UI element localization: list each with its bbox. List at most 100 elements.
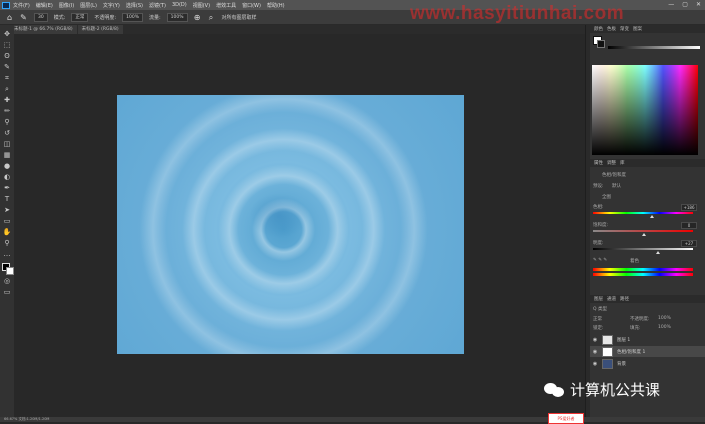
eraser-icon[interactable]: ◫ bbox=[3, 140, 12, 149]
flow-field[interactable]: 100% bbox=[166, 12, 188, 22]
menu-layer[interactable]: 图层(L) bbox=[80, 2, 97, 9]
zoom-icon[interactable]: ⊕ bbox=[193, 13, 202, 22]
brush-icon[interactable]: ✏ bbox=[3, 107, 12, 116]
layer-row[interactable]: ◉ 图层 1 bbox=[590, 334, 705, 345]
visibility-eye-icon[interactable]: ◉ bbox=[592, 337, 598, 343]
minimize-icon[interactable]: — bbox=[668, 1, 674, 8]
eyedropper-icon[interactable]: ✎ ✎ ✎ bbox=[593, 258, 607, 263]
move-icon[interactable]: ✥ bbox=[3, 30, 12, 39]
color-swatches[interactable] bbox=[2, 263, 14, 275]
color-panel-header bbox=[590, 34, 705, 52]
saturation-slider[interactable] bbox=[593, 230, 693, 236]
type-icon[interactable]: T bbox=[3, 195, 12, 204]
menu-help[interactable]: 帮助(H) bbox=[267, 2, 285, 9]
lightness-slider[interactable] bbox=[593, 248, 693, 254]
eyedropper-icon[interactable]: ⌕ bbox=[3, 85, 12, 94]
layer-row[interactable]: ◉ 背景 bbox=[590, 358, 705, 369]
quick-select-icon[interactable]: ✎ bbox=[3, 63, 12, 72]
menu-select[interactable]: 选择(S) bbox=[126, 2, 143, 9]
layer-opacity-field[interactable]: 100% bbox=[658, 316, 671, 321]
layer-name[interactable]: 色相/饱和度 1 bbox=[617, 349, 645, 355]
blend-mode-select[interactable]: 正常 bbox=[593, 316, 602, 322]
menu-3d[interactable]: 3D(D) bbox=[172, 2, 187, 8]
menu-filter[interactable]: 滤镜(T) bbox=[149, 2, 166, 9]
marquee-icon[interactable]: ⬚ bbox=[3, 41, 12, 50]
tab-channels[interactable]: 通道 bbox=[607, 296, 616, 302]
tab-adjustments[interactable]: 调整 bbox=[607, 160, 616, 166]
hue-value-field[interactable]: +186 bbox=[681, 204, 697, 211]
tab-gradients[interactable]: 渐变 bbox=[620, 26, 629, 32]
mode-select[interactable]: 正常 bbox=[71, 12, 89, 22]
fill-field[interactable]: 100% bbox=[658, 325, 671, 330]
tab-patterns[interactable]: 图案 bbox=[633, 26, 642, 32]
home-icon[interactable]: ⌂ bbox=[5, 13, 14, 22]
menu-view[interactable]: 视图(V) bbox=[193, 2, 210, 9]
shape-icon[interactable]: ▭ bbox=[3, 217, 12, 226]
site-badge-logo: PS爱好者 bbox=[548, 413, 584, 424]
lasso-icon[interactable]: ʘ bbox=[3, 52, 12, 61]
maximize-icon[interactable]: ▢ bbox=[682, 1, 688, 8]
zoom-icon[interactable]: ⚲ bbox=[3, 239, 12, 248]
hue-slider-handle[interactable] bbox=[650, 215, 654, 218]
tab-color[interactable]: 颜色 bbox=[594, 26, 603, 32]
menu-window[interactable]: 窗口(W) bbox=[242, 2, 261, 9]
watermark-text: www.hasyitiunhai.com bbox=[410, 3, 625, 24]
lightness-slider-handle[interactable] bbox=[656, 251, 660, 254]
hue-slider[interactable] bbox=[608, 46, 700, 49]
menu-edit[interactable]: 编辑(E) bbox=[36, 2, 53, 9]
color-picker-field[interactable] bbox=[592, 65, 698, 155]
menu-file[interactable]: 文件(F) bbox=[13, 2, 30, 9]
dodge-icon[interactable]: ◐ bbox=[3, 173, 12, 182]
properties-panel: 色相/饱和度 预设: 默认 全图 色相: +186 饱和度: 0 明度: +27… bbox=[590, 169, 705, 295]
saturation-slider-handle[interactable] bbox=[642, 233, 646, 236]
channel-select[interactable]: 全图 bbox=[602, 194, 611, 200]
blur-icon[interactable]: ● bbox=[3, 162, 12, 171]
canvas-area[interactable] bbox=[14, 34, 585, 417]
layer-row[interactable]: ◉ 色相/饱和度 1 bbox=[590, 346, 705, 357]
flow-label: 流量: bbox=[148, 14, 161, 21]
layer-name[interactable]: 背景 bbox=[617, 361, 626, 367]
gradient-icon[interactable]: ▦ bbox=[3, 151, 12, 160]
document-tab[interactable]: 未标题-2 (RGB/8) bbox=[77, 25, 123, 34]
tab-paths[interactable]: 路径 bbox=[620, 296, 629, 302]
opacity-field[interactable]: 100% bbox=[122, 12, 143, 22]
menu-plugins[interactable]: 增效工具 bbox=[216, 2, 236, 9]
layer-name[interactable]: 图层 1 bbox=[617, 337, 630, 343]
tab-swatches[interactable]: 色板 bbox=[607, 26, 616, 32]
saturation-value-field[interactable]: 0 bbox=[681, 222, 697, 229]
sample-all-layers-checkbox[interactable]: 对所有图层取样 bbox=[222, 14, 257, 21]
brush-icon[interactable]: ✎ bbox=[19, 13, 28, 22]
search-icon[interactable]: ⌕ bbox=[207, 13, 216, 22]
visibility-eye-icon[interactable]: ◉ bbox=[592, 349, 598, 355]
history-brush-icon[interactable]: ↺ bbox=[3, 129, 12, 138]
colorize-checkbox[interactable]: 着色 bbox=[630, 258, 639, 264]
quick-mask-icon[interactable]: ◎ bbox=[3, 277, 12, 286]
brush-size-field[interactable]: 30 bbox=[34, 12, 48, 22]
pen-icon[interactable]: ✒ bbox=[3, 184, 12, 193]
healing-icon[interactable]: ✚ bbox=[3, 96, 12, 105]
tab-libraries[interactable]: 库 bbox=[620, 160, 625, 166]
photoshop-logo-icon[interactable] bbox=[2, 1, 10, 9]
more-icon[interactable]: … bbox=[3, 250, 12, 259]
screen-mode-icon[interactable]: ▭ bbox=[3, 288, 12, 297]
tab-properties[interactable]: 属性 bbox=[594, 160, 603, 166]
close-icon[interactable]: ✕ bbox=[696, 1, 701, 8]
preset-label: 预设: bbox=[593, 184, 604, 189]
menu-image[interactable]: 图像(I) bbox=[59, 2, 74, 9]
wechat-watermark: 计算机公共课 bbox=[544, 379, 660, 400]
menu-type[interactable]: 文字(Y) bbox=[103, 2, 120, 9]
stamp-icon[interactable]: ⚲ bbox=[3, 118, 12, 127]
layer-kind-filter[interactable]: Q 类型 bbox=[593, 306, 607, 312]
document-image[interactable] bbox=[117, 95, 464, 354]
path-select-icon[interactable]: ➤ bbox=[3, 206, 12, 215]
tab-layers[interactable]: 图层 bbox=[594, 296, 603, 302]
visibility-eye-icon[interactable]: ◉ bbox=[592, 361, 598, 367]
preset-select[interactable]: 默认 bbox=[612, 183, 621, 189]
document-tab[interactable]: 未标题-1 @ 66.7% (RGB/8) bbox=[10, 25, 77, 34]
lightness-value-field[interactable]: +27 bbox=[681, 240, 697, 247]
background-color-swatch[interactable] bbox=[6, 267, 14, 275]
background-color-swatch[interactable] bbox=[597, 40, 605, 48]
hue-slider[interactable] bbox=[593, 212, 693, 218]
hand-icon[interactable]: ✋ bbox=[3, 228, 12, 237]
crop-icon[interactable]: ⌗ bbox=[3, 74, 12, 83]
